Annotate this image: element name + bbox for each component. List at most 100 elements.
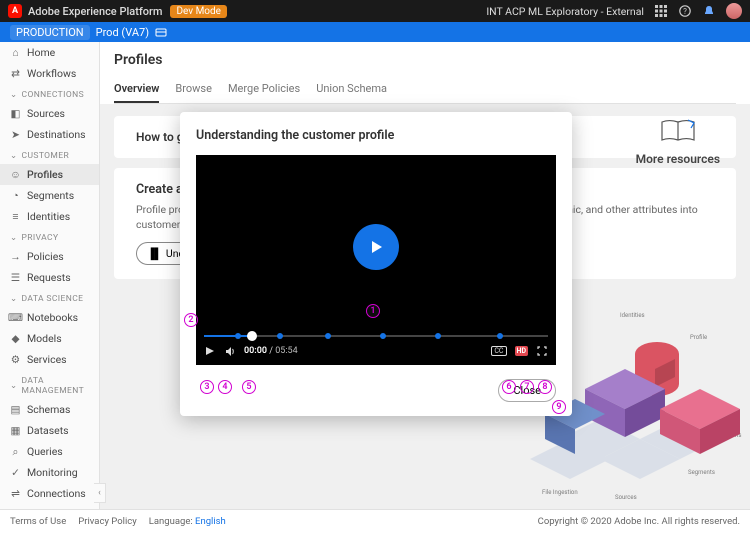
play-icon: [367, 238, 385, 256]
sidebar-group-datascience[interactable]: ⌄ DATA SCIENCE: [0, 288, 99, 307]
sidebar-item-requests[interactable]: ☰ Requests: [0, 267, 99, 288]
sidebar-item-label: Connections: [27, 487, 86, 500]
sidebar-item-models[interactable]: ◆ Models: [0, 328, 99, 349]
sidebar-group-connections[interactable]: ⌄CONNECTIONS: [0, 84, 99, 103]
left-nav: ⌂ Home ⇄Workflows ⌄CONNECTIONS ◧ Sources ➤…: [0, 42, 100, 509]
hd-badge[interactable]: HD: [515, 346, 529, 356]
apps-icon[interactable]: [654, 4, 668, 18]
home-icon: ⌂: [10, 47, 21, 58]
sidebar-item-notebooks[interactable]: ⌨ Notebooks: [0, 307, 99, 328]
svg-text:Sources: Sources: [615, 494, 637, 501]
tab-browse[interactable]: Browse: [175, 76, 212, 103]
models-icon: ◆: [10, 333, 21, 344]
sidebar-group-customer[interactable]: ⌄ CUSTOMER: [0, 145, 99, 164]
callout-7: 7: [520, 380, 534, 394]
volume-icon[interactable]: [224, 345, 236, 357]
avatar[interactable]: [726, 3, 742, 19]
tab-union-schema[interactable]: Union Schema: [316, 76, 387, 103]
svg-text:?: ?: [683, 7, 687, 16]
sidebar-item-home[interactable]: ⌂ Home: [0, 42, 99, 63]
app-name: Adobe Experience Platform: [28, 5, 162, 18]
sidebar-item-datasets[interactable]: ▦Datasets: [0, 420, 99, 441]
global-header: A Adobe Experience Platform Dev Mode INT…: [0, 0, 750, 22]
progress-thumb[interactable]: [247, 331, 257, 341]
sidebar-item-label: Services: [27, 353, 67, 366]
sidebar-item-label: Home: [27, 46, 55, 59]
sandbox-icon: [155, 26, 167, 38]
play-small-icon[interactable]: [204, 345, 216, 357]
sidebar-item-label: Requests: [27, 271, 71, 284]
sources-icon: ◧: [10, 108, 21, 119]
tab-merge-policies[interactable]: Merge Policies: [228, 76, 300, 103]
video-progress-bar[interactable]: [204, 335, 548, 337]
policies-icon: →: [10, 251, 21, 262]
sidebar-item-schemas[interactable]: ▤ Schemas: [0, 399, 99, 420]
page-title: Profiles: [114, 52, 736, 68]
sidebar-item-label: Sources: [27, 107, 65, 120]
footer-privacy[interactable]: Privacy Policy: [78, 516, 136, 527]
callout-4: 4: [218, 380, 232, 394]
video-icon: ▐▌: [147, 247, 162, 260]
sidebar-item-policies[interactable]: →Policies: [0, 246, 99, 267]
captions-button[interactable]: CC: [491, 346, 506, 356]
connections-icon: ⇌: [10, 488, 21, 499]
callout-1: 1: [366, 304, 380, 318]
sidebar-item-monitoring[interactable]: ✓Monitoring: [0, 462, 99, 483]
sidebar-group-label: CUSTOMER: [22, 151, 70, 161]
more-resources: More resources: [636, 114, 720, 166]
sidebar-item-label: Schemas: [27, 403, 70, 416]
footer: Terms of Use Privacy Policy Language: En…: [0, 509, 750, 533]
sidebar-group-privacy[interactable]: ⌄PRIVACY: [0, 227, 99, 246]
footer-terms[interactable]: Terms of Use: [10, 516, 66, 527]
chapter-marker[interactable]: [235, 333, 241, 339]
sidebar-item-label: Queries: [27, 445, 63, 458]
sidebar-item-label: Profiles: [27, 168, 63, 181]
chapter-marker[interactable]: [435, 333, 441, 339]
sidebar-item-label: Notebooks: [27, 311, 78, 324]
video-modal: Understanding the customer profile 00:00…: [180, 112, 572, 416]
chapter-marker[interactable]: [497, 333, 503, 339]
callout-2: 2: [184, 313, 198, 327]
callout-6: 6: [502, 380, 516, 394]
requests-icon: ☰: [10, 272, 21, 283]
footer-language[interactable]: Language: English: [149, 516, 226, 527]
sidebar-item-label: Workflows: [27, 67, 76, 80]
sidebar-group-datamgmt[interactable]: ⌄DATA MANAGEMENT: [0, 370, 99, 399]
sidebar-item-queries[interactable]: ⌕Queries: [0, 441, 99, 462]
sidebar-item-label: Models: [27, 332, 62, 345]
chevron-down-icon: ⌄: [10, 90, 18, 100]
sidebar-group-label: DATA SCIENCE: [22, 294, 84, 304]
chapter-marker[interactable]: [325, 333, 331, 339]
datasets-icon: ▦: [10, 425, 21, 436]
chevron-down-icon: ⌄: [10, 151, 18, 161]
notifications-icon[interactable]: [702, 4, 716, 18]
sidebar-item-segments[interactable]: ◔Segments: [0, 185, 99, 206]
sidebar-group-label: PRIVACY: [22, 233, 59, 243]
schemas-icon: ▤: [10, 404, 21, 415]
sidebar-item-workflows[interactable]: ⇄Workflows: [0, 63, 99, 84]
callout-3: 3: [200, 380, 214, 394]
svg-text:Segments: Segments: [688, 469, 715, 476]
play-button[interactable]: [353, 224, 399, 270]
tab-overview[interactable]: Overview: [114, 76, 159, 103]
sidebar-item-identities[interactable]: ≡Identities: [0, 206, 99, 227]
video-player[interactable]: 00:00 / 05:54 CC HD: [196, 155, 556, 365]
video-controls: 00:00 / 05:54 CC HD: [200, 341, 552, 361]
chapter-marker[interactable]: [277, 333, 283, 339]
sidebar-item-profiles[interactable]: ☺Profiles: [0, 164, 99, 185]
footer-copyright: Copyright © 2020 Adobe Inc. All rights r…: [538, 516, 740, 527]
sidebar-item-services[interactable]: ⚙Services: [0, 349, 99, 370]
org-name[interactable]: INT ACP ML Exploratory - External: [486, 5, 644, 18]
chapter-marker[interactable]: [380, 333, 386, 339]
env-value[interactable]: Prod (VA7): [96, 26, 149, 39]
chevron-down-icon: ⌄: [10, 294, 18, 304]
callout-8: 8: [538, 380, 552, 394]
sidebar-collapse-button[interactable]: ‹: [94, 483, 106, 503]
help-icon[interactable]: ?: [678, 4, 692, 18]
notebooks-icon: ⌨: [10, 312, 21, 323]
sidebar-item-destinations[interactable]: ➤Destinations: [0, 124, 99, 145]
callout-9: 9: [552, 400, 566, 414]
fullscreen-icon[interactable]: [536, 345, 548, 357]
sidebar-item-sources[interactable]: ◧ Sources: [0, 103, 99, 124]
sidebar-item-connections[interactable]: ⇌ Connections: [0, 483, 99, 504]
